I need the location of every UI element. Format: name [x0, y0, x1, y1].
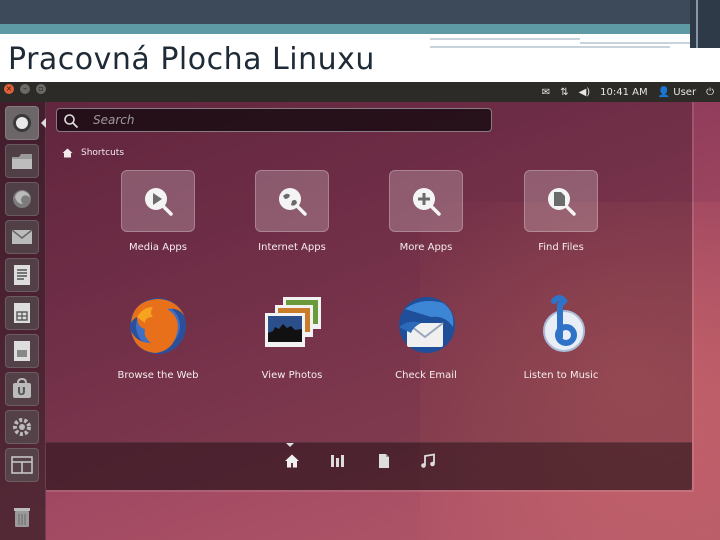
app-listen-to-music[interactable]: Listen to Music — [494, 292, 628, 381]
app-check-email[interactable]: Check Email — [359, 292, 493, 381]
settings-icon[interactable] — [5, 410, 39, 444]
search-icon — [63, 113, 79, 129]
lens-bar — [46, 442, 692, 490]
minimize-icon[interactable]: – — [20, 84, 30, 94]
find-files-icon — [524, 170, 598, 232]
close-icon[interactable]: × — [4, 84, 14, 94]
software-center-icon[interactable]: U — [5, 372, 39, 406]
clock[interactable]: 10:41 AM — [600, 87, 647, 98]
window-controls: × – ▫ — [4, 84, 46, 94]
network-icon[interactable]: ⇅ — [560, 87, 568, 98]
maximize-icon[interactable]: ▫ — [36, 84, 46, 94]
files-lens-icon[interactable] — [376, 453, 392, 469]
ubuntu-desktop-screenshot: × – ▫ ✉ ⇅ ◀) 10:41 AM 👤 User ⏻ U Search … — [0, 82, 720, 540]
firefox-icon[interactable] — [5, 182, 39, 216]
slide-teal-band — [0, 24, 720, 34]
photos-icon — [255, 292, 329, 360]
ubuntu-logo-icon[interactable] — [5, 106, 39, 140]
app-label: Listen to Music — [523, 370, 599, 381]
app-label: Internet Apps — [258, 242, 326, 253]
app-find-files[interactable]: Find Files — [494, 170, 628, 253]
dash-overlay: Search Shortcuts Media Apps Internet App… — [46, 102, 692, 490]
slide-top-band — [0, 0, 720, 26]
workspaces-icon[interactable] — [5, 448, 39, 482]
user-name: User — [673, 86, 697, 98]
power-icon[interactable]: ⏻ — [706, 87, 714, 98]
app-label: Check Email — [395, 370, 457, 381]
writer-icon[interactable] — [5, 258, 39, 292]
calc-icon[interactable] — [5, 296, 39, 330]
app-more-apps[interactable]: More Apps — [359, 170, 493, 253]
evolution-icon[interactable] — [5, 220, 39, 254]
impress-icon[interactable] — [5, 334, 39, 368]
user-icon: 👤 — [657, 86, 671, 98]
search-placeholder: Search — [93, 113, 135, 127]
home-folder-icon[interactable] — [5, 144, 39, 178]
home-icon — [62, 148, 73, 158]
app-label: Media Apps — [129, 242, 187, 253]
app-media-apps[interactable]: Media Apps — [91, 170, 225, 253]
app-label: Browse the Web — [117, 370, 199, 381]
app-internet-apps[interactable]: Internet Apps — [225, 170, 359, 253]
more-apps-icon — [389, 170, 463, 232]
shortcuts-header: Shortcuts — [62, 148, 124, 158]
slide-title: Pracovná Plocha Linuxu — [4, 38, 379, 82]
launcher: U — [0, 102, 46, 540]
trash-icon[interactable] — [5, 500, 39, 534]
applications-lens-icon[interactable] — [330, 453, 346, 469]
thunderbird-icon — [389, 292, 463, 360]
user-menu[interactable]: 👤 User — [658, 87, 696, 98]
shortcuts-label: Shortcuts — [81, 148, 125, 158]
home-lens-icon[interactable] — [284, 453, 300, 469]
slide-decor-lines — [430, 36, 720, 48]
top-panel: × – ▫ ✉ ⇅ ◀) 10:41 AM 👤 User ⏻ — [0, 82, 720, 102]
app-label: More Apps — [399, 242, 453, 253]
slide-corner-block — [690, 0, 720, 48]
dash-right-edge — [692, 102, 694, 490]
internet-apps-icon — [255, 170, 329, 232]
banshee-icon — [524, 292, 598, 360]
app-view-photos[interactable]: View Photos — [225, 292, 359, 381]
mail-icon[interactable]: ✉ — [542, 87, 550, 98]
indicator-area: ✉ ⇅ ◀) 10:41 AM 👤 User ⏻ — [542, 82, 714, 102]
firefox-icon — [121, 292, 195, 360]
svg-text:U: U — [17, 385, 26, 398]
app-browse-the-web[interactable]: Browse the Web — [91, 292, 225, 381]
volume-icon[interactable]: ◀) — [579, 87, 591, 98]
app-label: Find Files — [538, 242, 584, 253]
app-label: View Photos — [261, 370, 323, 381]
music-lens-icon[interactable] — [420, 453, 436, 469]
active-lens-indicator — [286, 443, 294, 447]
media-apps-icon — [121, 170, 195, 232]
dash-bottom-edge — [46, 490, 694, 492]
search-input[interactable]: Search — [56, 108, 492, 132]
